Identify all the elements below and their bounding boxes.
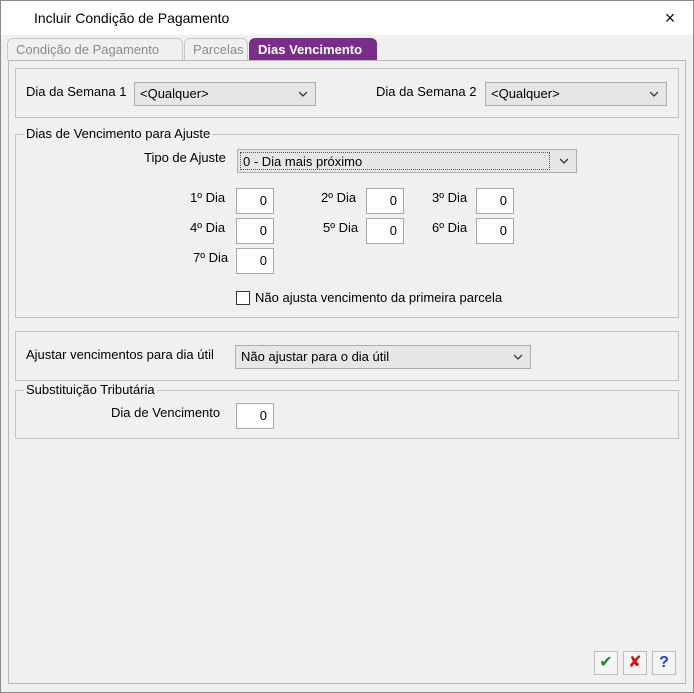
- business-day-label: Ajustar vencimentos para dia útil: [26, 347, 214, 362]
- day1-input[interactable]: 0: [236, 188, 274, 214]
- business-day-group: Ajustar vencimentos para dia útil Não aj…: [15, 331, 679, 381]
- day6-label: 6º Dia: [432, 220, 468, 235]
- adjust-type-value: 0 - Dia mais próximo: [240, 152, 550, 170]
- first-installment-checkbox[interactable]: [236, 291, 250, 305]
- day4-label: 4º Dia: [190, 220, 226, 235]
- weekday-group: Dia da Semana 1 <Qualquer> Dia da Semana…: [15, 68, 679, 118]
- day3-input[interactable]: 0: [476, 188, 514, 214]
- day7-label: 7º Dia: [193, 250, 229, 265]
- adjust-group-title: Dias de Vencimento para Ajuste: [24, 126, 213, 141]
- due-day-label: Dia de Vencimento: [111, 405, 221, 420]
- chevron-down-icon: [514, 354, 522, 360]
- chevron-down-icon: [560, 158, 568, 164]
- business-day-select[interactable]: Não ajustar para o dia útil: [235, 345, 531, 369]
- close-icon[interactable]: ×: [653, 5, 687, 31]
- day7-input[interactable]: 0: [236, 248, 274, 274]
- day1-label: 1º Dia: [190, 190, 226, 205]
- weekday2-select[interactable]: <Qualquer>: [485, 82, 667, 106]
- adjust-type-label: Tipo de Ajuste: [144, 150, 226, 165]
- dialog-window: Incluir Condição de Pagamento × Condição…: [0, 0, 694, 693]
- day6-input[interactable]: 0: [476, 218, 514, 244]
- weekday1-label: Dia da Semana 1: [26, 84, 127, 99]
- tab-parcelas[interactable]: Parcelas: [184, 38, 248, 60]
- weekday1-value: <Qualquer>: [140, 86, 209, 101]
- day2-label: 2º Dia: [321, 190, 357, 205]
- day3-label: 3º Dia: [432, 190, 468, 205]
- day2-input[interactable]: 0: [366, 188, 404, 214]
- tab-dias-vencimento[interactable]: Dias Vencimento: [249, 38, 377, 60]
- cancel-button[interactable]: ✘: [623, 651, 647, 675]
- tax-group-title: Substituição Tributária: [24, 382, 157, 397]
- day5-input[interactable]: 0: [366, 218, 404, 244]
- help-button[interactable]: ?: [652, 651, 676, 675]
- window-title: Incluir Condição de Pagamento: [34, 10, 230, 26]
- tax-substitution-group: Substituição Tributária Dia de Venciment…: [15, 383, 679, 439]
- chevron-down-icon: [299, 91, 307, 97]
- chevron-down-icon: [650, 91, 658, 97]
- day5-label: 5º Dia: [323, 220, 359, 235]
- first-installment-label: Não ajusta vencimento da primeira parcel…: [255, 290, 503, 305]
- due-day-input[interactable]: 0: [236, 403, 274, 429]
- tab-content: Dia da Semana 1 <Qualquer> Dia da Semana…: [8, 60, 686, 684]
- confirm-button[interactable]: ✔: [594, 651, 618, 675]
- tab-condicao-pagamento[interactable]: Condição de Pagamento: [7, 38, 183, 60]
- adjust-type-select[interactable]: 0 - Dia mais próximo: [237, 149, 577, 173]
- business-day-value: Não ajustar para o dia útil: [241, 349, 390, 364]
- day4-input[interactable]: 0: [236, 218, 274, 244]
- adjust-days-group: Dias de Vencimento para Ajuste Tipo de A…: [15, 127, 679, 318]
- title-bar: Incluir Condição de Pagamento ×: [1, 1, 693, 35]
- weekday1-select[interactable]: <Qualquer>: [134, 82, 316, 106]
- weekday2-label: Dia da Semana 2: [376, 84, 477, 99]
- weekday2-value: <Qualquer>: [491, 86, 560, 101]
